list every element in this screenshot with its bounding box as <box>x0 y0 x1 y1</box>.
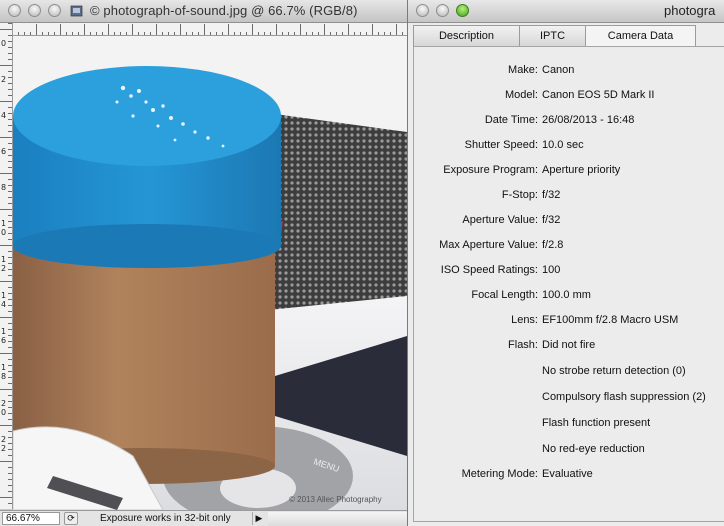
document-proxy-icon[interactable] <box>70 4 84 18</box>
camera-data-label: Exposure Program: <box>443 164 538 176</box>
minimize-window-button[interactable] <box>28 4 41 17</box>
camera-data-row: Metering Mode: Evaluative <box>414 465 724 483</box>
camera-data-row: Make: Canon <box>414 61 724 79</box>
ruler-label: 18 <box>1 363 7 381</box>
camera-data-label: Make: <box>508 64 538 76</box>
camera-data-row: Model: Canon EOS 5D Mark II <box>414 86 724 104</box>
camera-data-value[interactable]: Flash function present <box>542 414 650 432</box>
info-zoom-button[interactable] <box>456 4 469 17</box>
camera-data-row: Max Aperture Value: f/2.8 <box>414 236 724 254</box>
tab-camera-data[interactable]: Camera Data <box>585 25 696 47</box>
camera-data-row: Flash function present <box>414 414 724 432</box>
horizontal-ruler-ticks <box>12 24 403 35</box>
camera-data-row: Compulsory flash suppression (2) <box>414 388 724 406</box>
photograph: MENU © 2013 Allec Photography <box>13 36 407 510</box>
camera-data-value[interactable]: No strobe return detection (0) <box>542 362 686 380</box>
camera-data-label: Metering Mode: <box>461 468 538 480</box>
info-titlebar[interactable]: photogra <box>408 0 724 23</box>
camera-data-value[interactable]: 26/08/2013 - 16:48 <box>542 111 634 129</box>
camera-data-label: ISO Speed Ratings: <box>440 264 538 276</box>
ruler-label: 8 <box>1 183 7 192</box>
document-titlebar[interactable]: © photograph-of-sound.jpg @ 66.7% (RGB/8… <box>0 0 407 23</box>
info-close-button[interactable] <box>416 4 429 17</box>
horizontal-scrollbar[interactable] <box>268 512 407 526</box>
camera-data-row: No red-eye reduction <box>414 440 724 458</box>
camera-data-label: Flash: <box>508 339 538 351</box>
vertical-ruler[interactable]: 0 2 4 6 8 10 12 14 16 18 20 22 <box>0 23 13 509</box>
camera-data-row: Lens: EF100mm f/2.8 Macro USM <box>414 311 724 329</box>
image-canvas[interactable]: MENU © 2013 Allec Photography <box>13 36 407 510</box>
camera-data-panel: Make: Canon Model: Canon EOS 5D Mark II Date… <box>413 46 724 522</box>
ruler-label: 6 <box>1 147 7 156</box>
ruler-label: 4 <box>1 111 7 120</box>
ruler-label: 20 <box>1 399 7 417</box>
camera-data-label: Aperture Value: <box>462 214 538 226</box>
camera-data-label: Focal Length: <box>471 289 538 301</box>
camera-data-label: Lens: <box>511 314 538 326</box>
document-status-bar: 66.67% ⟳ Exposure works in 32-bit only ▶ <box>0 510 407 526</box>
ruler-label: 14 <box>1 291 7 309</box>
camera-data-value[interactable]: No red-eye reduction <box>542 440 645 458</box>
ruler-label: 0 <box>1 39 7 48</box>
document-window: © photograph-of-sound.jpg @ 66.7% (RGB/8… <box>0 0 407 526</box>
camera-data-row: No strobe return detection (0) <box>414 362 724 380</box>
camera-data-value[interactable]: Aperture priority <box>542 161 620 179</box>
camera-data-row: ISO Speed Ratings: 100 <box>414 261 724 279</box>
ruler-label: 22 <box>1 435 7 453</box>
camera-data-label: Model: <box>504 89 538 101</box>
camera-data-row: Date Time: 26/08/2013 - 16:48 <box>414 111 724 129</box>
camera-data-value[interactable]: 100.0 mm <box>542 286 591 304</box>
horizontal-ruler[interactable] <box>12 23 407 36</box>
ruler-label: 10 <box>1 219 7 237</box>
camera-data-value[interactable]: 10.0 sec <box>542 136 584 154</box>
zoom-window-button[interactable] <box>48 4 61 17</box>
camera-data-value[interactable]: Did not fire <box>542 336 595 354</box>
document-title-text: photograph-of-sound.jpg @ 66.7% (RGB/8) <box>103 3 358 18</box>
camera-data-value[interactable]: f/32 <box>542 186 560 204</box>
info-window-title: photogra <box>664 3 716 18</box>
camera-data-value[interactable]: Canon <box>542 61 574 79</box>
close-window-button[interactable] <box>8 4 21 17</box>
title-copyright-mark: © <box>90 3 100 18</box>
ruler-label: 2 <box>1 75 7 84</box>
ruler-label: 16 <box>1 327 7 345</box>
status-info-icon[interactable]: ⟳ <box>64 512 78 525</box>
blue-cap-top <box>13 66 281 166</box>
tab-bar: Description IPTC Camera Data <box>413 25 724 47</box>
camera-data-row: F-Stop: f/32 <box>414 186 724 204</box>
tab-iptc[interactable]: IPTC <box>519 25 586 46</box>
camera-data-row: Focal Length: 100.0 mm <box>414 286 724 304</box>
camera-data-value[interactable]: Compulsory flash suppression (2) <box>542 388 706 406</box>
camera-data-value[interactable]: f/32 <box>542 211 560 229</box>
document-title: © photograph-of-sound.jpg @ 66.7% (RGB/8… <box>90 3 358 18</box>
camera-data-value[interactable]: f/2.8 <box>542 236 563 254</box>
status-menu-arrow[interactable]: ▶ <box>252 512 265 525</box>
tab-description[interactable]: Description <box>413 25 520 46</box>
file-info-window: photogra Description IPTC Camera Data Ma… <box>407 0 724 526</box>
copyright-watermark: © 2013 Allec Photography <box>289 495 382 504</box>
ruler-label: 12 <box>1 255 7 273</box>
zoom-level-field[interactable]: 66.67% <box>2 512 60 525</box>
camera-data-row: Shutter Speed: 10.0 sec <box>414 136 724 154</box>
camera-data-label: Shutter Speed: <box>464 139 538 151</box>
info-minimize-button[interactable] <box>436 4 449 17</box>
camera-data-value[interactable]: 100 <box>542 261 560 279</box>
camera-data-row: Flash: Did not fire <box>414 336 724 354</box>
camera-data-label: Max Aperture Value: <box>439 239 538 251</box>
camera-data-row: Exposure Program: Aperture priority <box>414 161 724 179</box>
camera-data-value[interactable]: EF100mm f/2.8 Macro USM <box>542 311 678 329</box>
camera-data-value[interactable]: Evaluative <box>542 465 593 483</box>
status-message: Exposure works in 32-bit only <box>100 513 231 524</box>
camera-data-label: Date Time: <box>484 114 538 126</box>
camera-data-label: F-Stop: <box>501 189 538 201</box>
blue-cap-rim <box>13 224 281 268</box>
camera-data-value[interactable]: Canon EOS 5D Mark II <box>542 86 655 104</box>
camera-data-row: Aperture Value: f/32 <box>414 211 724 229</box>
